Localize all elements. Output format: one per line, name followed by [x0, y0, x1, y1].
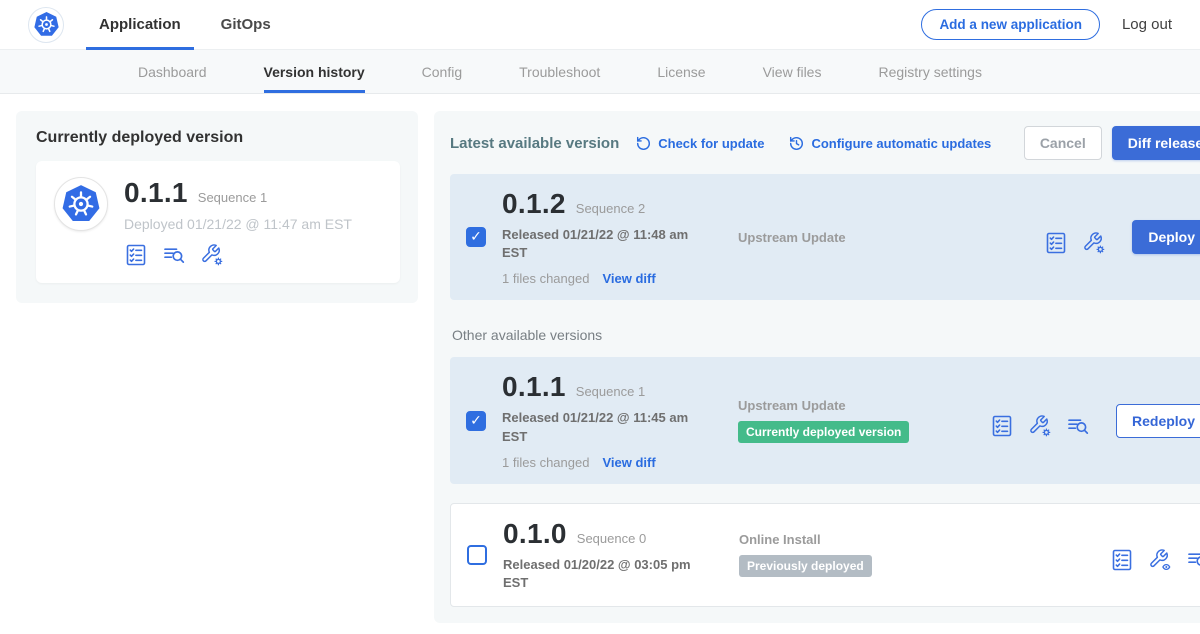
view-config-icon[interactable]: [1148, 548, 1172, 572]
sequence-label: Sequence 0: [577, 531, 646, 546]
auto-updates-icon: [788, 135, 805, 152]
nav-tab-application-label: Application: [99, 16, 181, 33]
preflight-checks-icon[interactable]: [1110, 548, 1134, 572]
version-row-0-1-0: 0.1.0 Sequence 0 Released 01/20/22 @ 03:…: [450, 503, 1200, 607]
check-for-update-link[interactable]: Check for update: [635, 135, 764, 152]
sequence-label: Sequence 1: [576, 384, 645, 399]
deployed-version-info: 0.1.1 Sequence 1 Deployed 01/21/22 @ 11:…: [124, 177, 352, 267]
edit-config-icon[interactable]: [1028, 414, 1052, 438]
version-row-0-1-2: 0.1.2 Sequence 2 Released 01/21/22 @ 11:…: [450, 174, 1200, 300]
view-files-icon[interactable]: [162, 243, 186, 267]
deployed-timestamp: Deployed 01/21/22 @ 11:47 am EST: [124, 216, 352, 232]
view-files-icon[interactable]: [1066, 414, 1090, 438]
version-number: 0.1.1: [502, 371, 566, 403]
other-available-versions-title: Other available versions: [452, 327, 1200, 343]
configure-automatic-updates-label: Configure automatic updates: [811, 136, 991, 151]
add-application-button[interactable]: Add a new application: [921, 9, 1100, 40]
subnav-tab-troubleshoot[interactable]: Troubleshoot: [519, 50, 600, 93]
preflight-checks-icon[interactable]: [1044, 231, 1068, 255]
version-source: Online Install Previously deployed: [739, 532, 991, 577]
row-action-icons: [1110, 548, 1200, 572]
subnav-tab-registry-settings[interactable]: Registry settings: [878, 50, 981, 93]
version-row-0-1-1: 0.1.1 Sequence 1 Released 01/21/22 @ 11:…: [450, 357, 1200, 483]
preflight-checks-icon[interactable]: [124, 243, 148, 267]
nav-tab-gitops[interactable]: GitOps: [208, 0, 284, 50]
cancel-button[interactable]: Cancel: [1024, 126, 1102, 160]
check-update-icon: [635, 135, 652, 152]
nav-tab-application[interactable]: Application: [86, 0, 194, 50]
preflight-checks-icon[interactable]: [990, 414, 1014, 438]
version-info: 0.1.1 Sequence 1 Released 01/21/22 @ 11:…: [502, 371, 704, 469]
version-info: 0.1.0 Sequence 0 Released 01/20/22 @ 03:…: [503, 518, 705, 592]
currently-deployed-title: Currently deployed version: [36, 129, 400, 147]
kubernetes-logo: [28, 7, 64, 43]
version-checkbox[interactable]: [467, 545, 487, 565]
nav-tab-gitops-label: GitOps: [221, 16, 271, 33]
redeploy-button[interactable]: Redeploy: [1116, 404, 1200, 438]
view-diff-link[interactable]: View diff: [602, 455, 655, 470]
version-actions: [1110, 537, 1200, 572]
deployed-version-number: 0.1.1: [124, 177, 188, 209]
version-number: 0.1.0: [503, 518, 567, 550]
diff-releases-button[interactable]: Diff releases: [1112, 126, 1200, 160]
available-header: Latest available version Check for updat…: [450, 126, 1200, 160]
version-actions: Redeploy: [990, 403, 1200, 438]
previously-deployed-badge: Previously deployed: [739, 555, 872, 577]
files-changed-label: 1 files changed: [502, 271, 589, 286]
row-action-icons: [1044, 231, 1106, 255]
version-history-page: Currently deployed version 0.1.1 Sequenc…: [0, 94, 1200, 634]
view-files-icon[interactable]: [1186, 548, 1200, 572]
source-label: Online Install: [739, 532, 991, 547]
subnav-tab-license[interactable]: License: [657, 50, 705, 93]
latest-available-title: Latest available version: [450, 135, 619, 152]
top-nav: Application GitOps Add a new application…: [0, 0, 1200, 50]
source-label: Upstream Update: [738, 230, 990, 245]
view-diff-link[interactable]: View diff: [602, 271, 655, 286]
configure-automatic-updates-link[interactable]: Configure automatic updates: [788, 135, 991, 152]
edit-config-icon[interactable]: [1082, 231, 1106, 255]
currently-deployed-card: 0.1.1 Sequence 1 Deployed 01/21/22 @ 11:…: [36, 161, 400, 283]
subnav-tab-dashboard[interactable]: Dashboard: [138, 50, 207, 93]
files-changed-label: 1 files changed: [502, 455, 589, 470]
version-checkbox[interactable]: [466, 227, 486, 247]
currently-deployed-badge: Currently deployed version: [738, 421, 909, 443]
released-timestamp: Released 01/20/22 @ 03:05 pm EST: [503, 556, 698, 592]
app-nav-tabs: Application GitOps: [86, 0, 298, 50]
deployed-sequence-label: Sequence 1: [198, 190, 267, 205]
top-nav-right: Add a new application Log out: [921, 9, 1172, 40]
version-actions: Deploy: [1044, 220, 1200, 255]
app-kubernetes-logo: [54, 177, 108, 231]
check-for-update-label: Check for update: [658, 136, 764, 151]
version-source: Upstream Update Currently deployed versi…: [738, 398, 990, 443]
version-number: 0.1.2: [502, 188, 566, 220]
source-label: Upstream Update: [738, 398, 990, 413]
deployed-action-icons: [124, 243, 352, 267]
version-source: Upstream Update: [738, 230, 990, 245]
subnav-tab-view-files[interactable]: View files: [763, 50, 822, 93]
sequence-label: Sequence 2: [576, 201, 645, 216]
version-info: 0.1.2 Sequence 2 Released 01/21/22 @ 11:…: [502, 188, 704, 286]
edit-config-icon[interactable]: [200, 243, 224, 267]
row-action-icons: [990, 414, 1090, 438]
subnav-tab-config[interactable]: Config: [422, 50, 462, 93]
logout-link[interactable]: Log out: [1122, 16, 1172, 33]
currently-deployed-panel: Currently deployed version 0.1.1 Sequenc…: [16, 111, 418, 303]
available-versions-panel: Latest available version Check for updat…: [434, 111, 1200, 623]
released-timestamp: Released 01/21/22 @ 11:45 am EST: [502, 409, 697, 445]
deploy-button[interactable]: Deploy: [1132, 220, 1200, 254]
released-timestamp: Released 01/21/22 @ 11:48 am EST: [502, 226, 697, 262]
version-checkbox[interactable]: [466, 411, 486, 431]
subnav-tab-version-history[interactable]: Version history: [264, 50, 365, 93]
app-subnav: Dashboard Version history Config Trouble…: [0, 50, 1200, 94]
header-buttons: Cancel Diff releases: [1024, 126, 1200, 160]
